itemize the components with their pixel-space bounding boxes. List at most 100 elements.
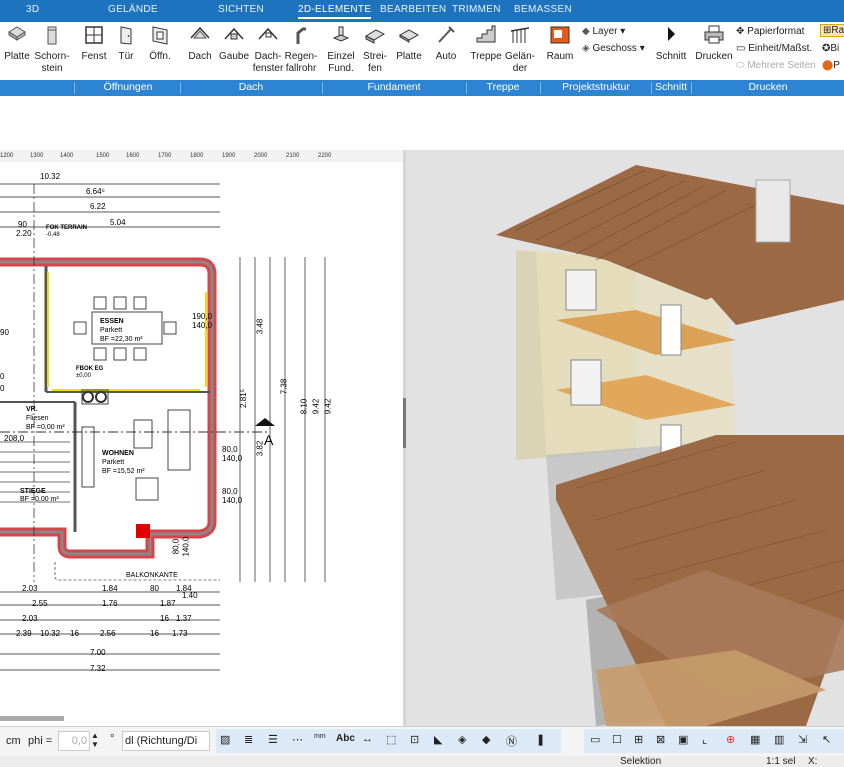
dimension-icon[interactable]: ↔	[362, 733, 380, 751]
p-button[interactable]: ⬤P	[822, 60, 840, 71]
bi-button[interactable]: ✪Bi	[822, 43, 839, 54]
mehrere-seiten-label: Mehrere Seiten	[747, 60, 816, 71]
stair-icon	[476, 25, 496, 43]
door-icon	[120, 26, 132, 45]
downpipe-label-1: Regen-	[284, 51, 318, 62]
text-icon[interactable]: Abc	[336, 733, 355, 751]
room-area-wohnen: BF =15,52 m²	[102, 468, 145, 475]
direction-select[interactable]: dl (Richtung/Di	[122, 731, 210, 751]
center-icon[interactable]: ⊕	[726, 733, 744, 751]
opening-button[interactable]: Öffn.	[146, 22, 174, 82]
section-button[interactable]: Schnitt	[654, 22, 688, 82]
tab-gelaende[interactable]: GELÄNDE	[108, 4, 158, 15]
group-fundament: Fundament	[367, 81, 421, 93]
dim-label: 2.03	[22, 584, 38, 593]
floor-plan-view[interactable]: 10.32 6.64⁵ 6.22 5.04 90 2.20 FOK TERRAI…	[0, 162, 403, 716]
ruler-tick: 1800	[190, 153, 204, 159]
foundation-slab-button[interactable]: Platte	[394, 22, 424, 82]
dim-label: 1.87	[160, 599, 176, 608]
dim-label: 16	[70, 629, 79, 638]
door-button[interactable]: Tür	[114, 22, 138, 82]
chimney-button[interactable]: Schorn- stein	[33, 22, 71, 82]
slab-button[interactable]: Platte	[2, 22, 32, 82]
cursor-icon[interactable]: ↖	[822, 733, 840, 751]
tab-2d-elemente[interactable]: 2D-ELEMENTE	[298, 4, 372, 19]
tab-bearbeiten[interactable]: BEARBEITEN	[380, 4, 446, 15]
dormer-button[interactable]: Gaube	[218, 22, 250, 82]
layer-label: Layer	[592, 26, 618, 37]
crop-icon[interactable]: ⊡	[410, 733, 428, 751]
measure-icon[interactable]: mm	[314, 733, 332, 751]
dim-label: 140,0	[222, 454, 243, 463]
ra-button[interactable]: ⊞Ra	[820, 24, 844, 37]
tab-trimmen[interactable]: TRIMMEN	[452, 4, 501, 15]
foundation-slab-icon	[398, 29, 420, 43]
tab-bemassen[interactable]: BEMASSEN	[514, 4, 572, 15]
balkonkante-label: BALKONKANTE	[126, 572, 178, 579]
ruler-tick: 1400	[60, 153, 74, 159]
image-icon[interactable]: ▣	[678, 733, 696, 751]
floor-plan-drawing	[0, 183, 326, 671]
dim-label: 1.37	[176, 614, 192, 623]
horizontal-scrollbar[interactable]	[0, 716, 64, 721]
line-style-icon[interactable]: ⋯	[292, 733, 310, 751]
stair-button[interactable]: Treppe	[470, 22, 502, 82]
roof-button[interactable]: Dach	[186, 22, 214, 82]
group-treppe: Treppe	[486, 81, 520, 93]
phi-input[interactable]: 0,0	[58, 731, 90, 751]
arrows-icon[interactable]: ⇲	[798, 733, 816, 751]
window-button[interactable]: Fenst	[80, 22, 108, 82]
railing-label-2: der	[512, 63, 528, 74]
single-foundation-button[interactable]: Einzel Fund.	[326, 22, 356, 82]
ramp-icon[interactable]: ◣	[434, 733, 452, 751]
dim-label: 80	[150, 584, 159, 593]
dim-label: 7.32	[90, 664, 106, 673]
layer-dropdown[interactable]: ◆ Layer ▾	[582, 26, 625, 37]
rect-select-icon[interactable]: ▭	[590, 733, 608, 751]
table-icon[interactable]: ▦	[750, 733, 768, 751]
downpipe-button[interactable]: Regen- fallrohr	[284, 22, 318, 82]
dim-label: 1.76	[102, 599, 118, 608]
phi-stepper[interactable]: ▲ ▼	[91, 731, 99, 749]
grid-select-icon[interactable]: ⊞	[634, 733, 652, 751]
tab-sichten[interactable]: SICHTEN	[218, 4, 264, 15]
auto-button[interactable]: Auto	[432, 22, 460, 82]
railing-button[interactable]: Gelän- der	[504, 22, 536, 82]
dim-label: 140,0	[222, 496, 243, 505]
room-name-vr: VR.	[26, 406, 38, 413]
einheit-button[interactable]: ▭ Einheit/Maßst.	[736, 43, 812, 54]
dim-label: 1.40	[182, 591, 198, 600]
hatch-icon[interactable]: ▨	[220, 733, 238, 751]
dim-label: 3.48	[255, 318, 265, 335]
ruler-tick: 2000	[254, 153, 268, 159]
line-weight-icon[interactable]: ☰	[268, 733, 286, 751]
3d-view[interactable]	[406, 150, 844, 726]
window-select-icon[interactable]: ☐	[612, 733, 630, 751]
papierformat-button[interactable]: ✥ Papierformat	[736, 26, 804, 37]
room-button[interactable]: Raum	[544, 22, 576, 82]
print-button[interactable]: Drucken	[694, 22, 734, 82]
eraser-icon[interactable]: ◆	[482, 733, 500, 751]
ruler-tick: 1700	[158, 153, 172, 159]
hatch-grid-icon[interactable]: ▥	[774, 733, 792, 751]
frame-icon[interactable]: ⬚	[386, 733, 404, 751]
ruler-tick: 2200	[318, 153, 332, 159]
dim-label: 8.10	[299, 398, 309, 415]
mehrere-seiten-button[interactable]: ⬭ Mehrere Seiten	[736, 60, 816, 71]
ribbon-group-bar: Öffnungen Dach Fundament Treppe Projekts…	[0, 80, 844, 96]
view-tools-group: ▭ ☐ ⊞ ⊠ ▣ ⌞ ⊕ ▦ ▥ ⇲ ↖	[584, 729, 844, 753]
status-scale: 1:1 sel	[766, 756, 796, 767]
single-foundation-label-1: Einzel	[327, 51, 355, 62]
erase-icon[interactable]: ◈	[458, 733, 476, 751]
layers-icon[interactable]: ≣	[244, 733, 262, 751]
roof-window-button[interactable]: Dach- fenster	[252, 22, 284, 82]
strip-foundation-button[interactable]: Strei- fen	[360, 22, 390, 82]
corner-icon[interactable]: ⌞	[702, 733, 720, 751]
geschoss-dropdown[interactable]: ◈ Geschoss ▾	[582, 43, 645, 54]
tab-3d[interactable]: 3D	[26, 4, 39, 15]
north-icon[interactable]: Ⓝ	[506, 733, 524, 751]
room-area-stiege: BF =0,00 m²	[20, 496, 59, 503]
pin-icon[interactable]: ❚	[536, 733, 554, 751]
snap-grid-icon[interactable]: ⊠	[656, 733, 674, 751]
railing-icon	[510, 27, 530, 43]
